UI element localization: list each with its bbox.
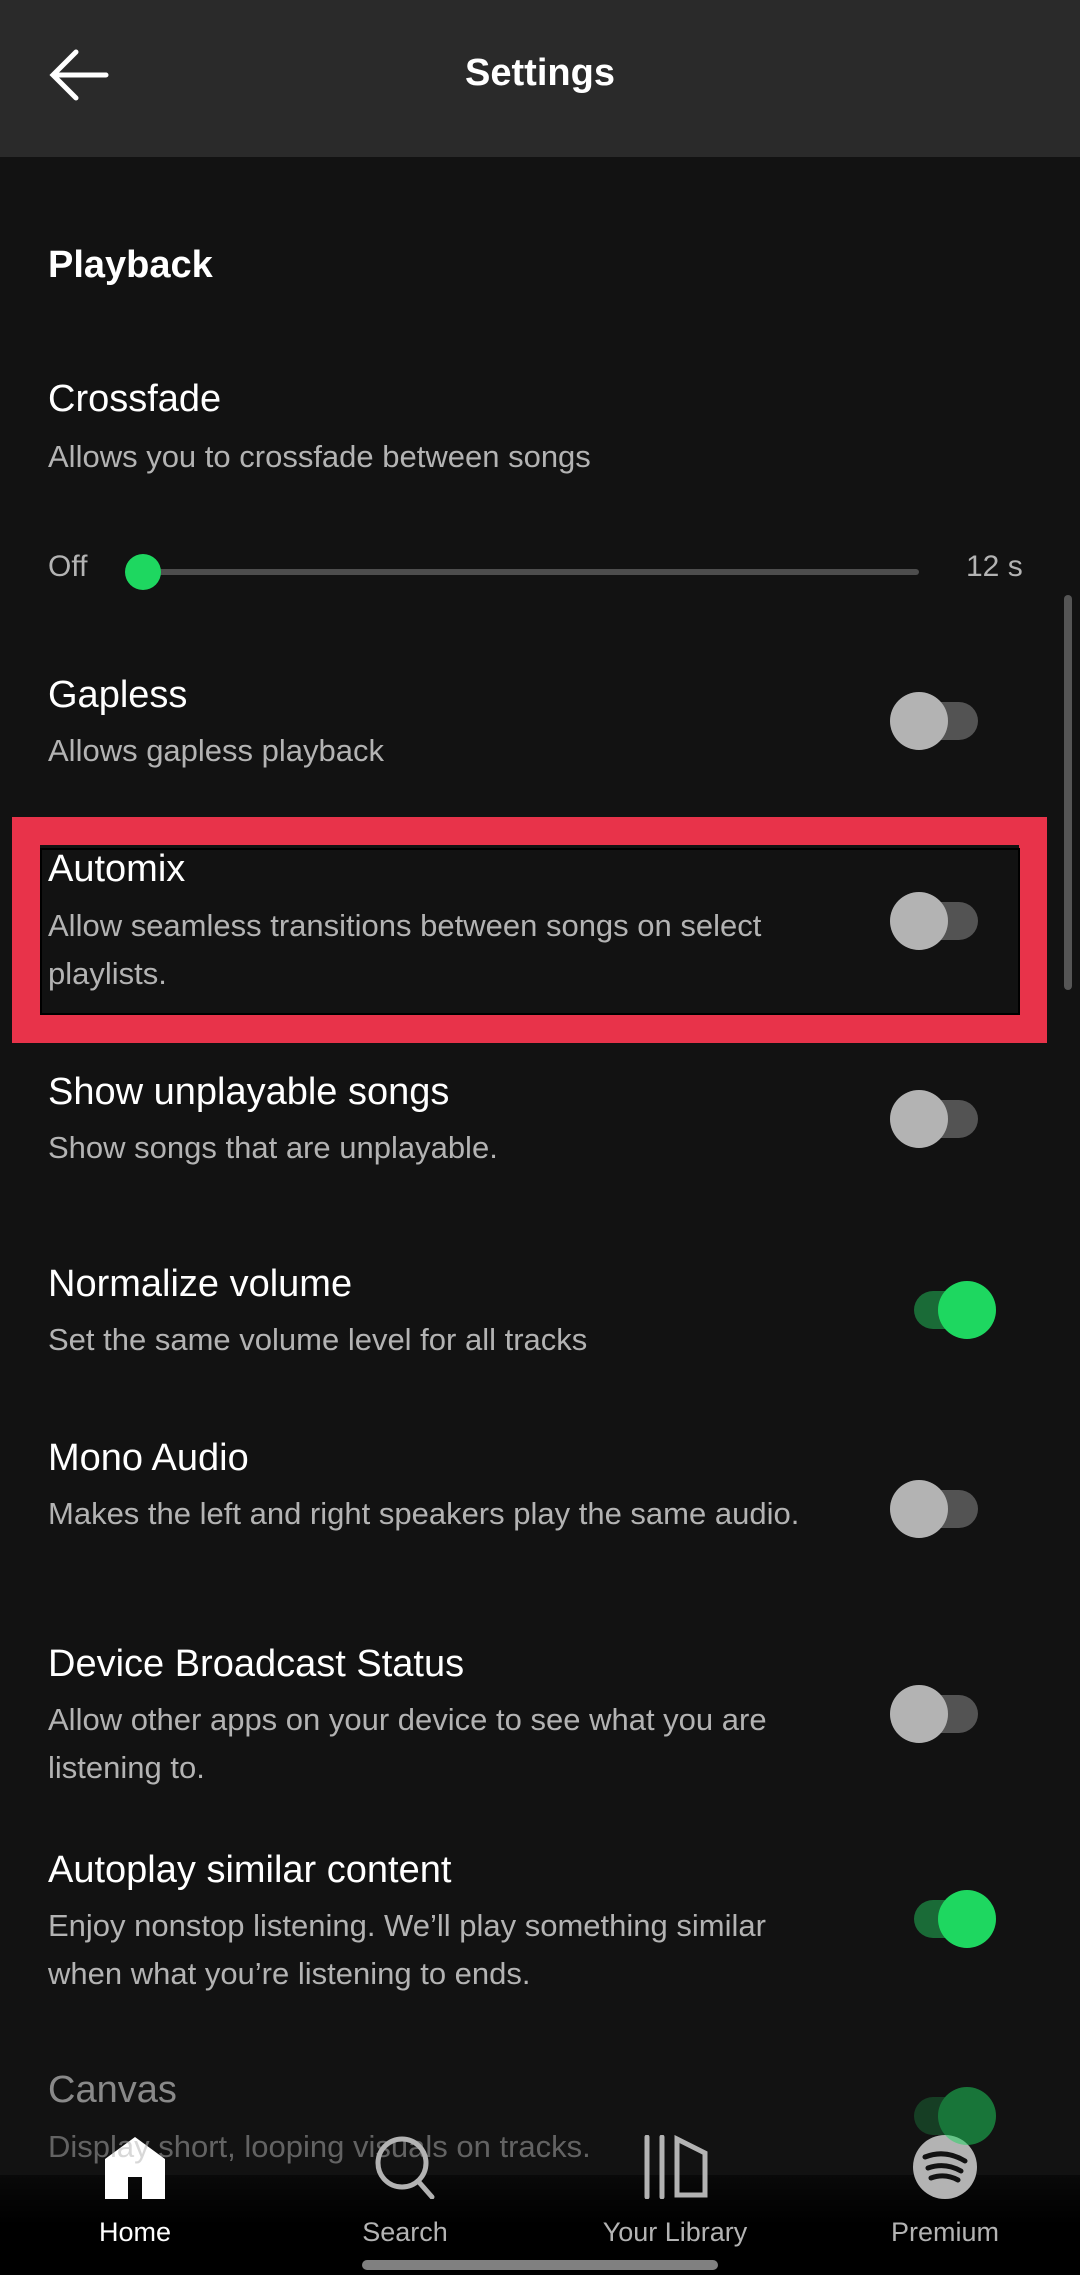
setting-subtitle: Allows gapless playback xyxy=(48,733,385,768)
broadcast-toggle[interactable] xyxy=(890,1683,990,1743)
home-icon xyxy=(105,2137,165,2199)
slider-min-label: Off xyxy=(48,550,88,583)
setting-title-broadcast: Device Broadcast Status xyxy=(48,1643,465,1685)
autoplay-toggle[interactable] xyxy=(900,1888,1000,1948)
crossfade-title: Crossfade xyxy=(48,378,222,420)
setting-subtitle: Makes the left and right speakers play t… xyxy=(48,1496,800,1531)
slider-thumb[interactable] xyxy=(125,554,161,590)
mono-audio-toggle[interactable] xyxy=(890,1478,990,1538)
app-header: Settings xyxy=(0,0,1080,157)
normalize-toggle[interactable] xyxy=(900,1279,1000,1339)
setting-title-automix: Automix xyxy=(48,848,186,890)
setting-title-mono: Mono Audio xyxy=(48,1437,249,1479)
nav-label: Premium xyxy=(890,2217,999,2247)
scrollbar[interactable] xyxy=(1064,595,1072,990)
section-heading: Playback xyxy=(48,244,213,286)
search-icon xyxy=(375,2136,435,2199)
crossfade-subtitle: Allows you to crossfade between songs xyxy=(48,439,591,474)
nav-search[interactable]: Search xyxy=(305,2135,505,2248)
nav-premium[interactable]: Premium xyxy=(845,2135,1045,2248)
show-unplayable-toggle[interactable] xyxy=(890,1088,990,1148)
nav-home[interactable]: Home xyxy=(35,2135,235,2248)
gapless-toggle[interactable] xyxy=(890,690,990,750)
setting-title-gapless: Gapless xyxy=(48,674,188,716)
setting-title-normalize: Normalize volume xyxy=(48,1263,353,1305)
canvas-toggle[interactable] xyxy=(900,2085,1000,2145)
nav-label: Home xyxy=(98,2217,172,2247)
library-icon xyxy=(644,2135,708,2199)
home-indicator[interactable] xyxy=(362,2260,718,2270)
nav-label: Search xyxy=(362,2217,448,2247)
setting-title-show-unplayable: Show unplayable songs xyxy=(48,1071,450,1113)
nav-label: Your Library xyxy=(602,2217,748,2247)
setting-subtitle: Allow other apps on your device to see w… xyxy=(48,1702,767,1785)
automix-toggle[interactable] xyxy=(890,890,990,950)
setting-subtitle: Enjoy nonstop listening. We’ll play some… xyxy=(48,1908,766,1991)
slider-max-label: 12 s xyxy=(966,550,1023,583)
nav-library[interactable]: Your Library xyxy=(575,2135,775,2248)
setting-title-canvas: Canvas xyxy=(48,2069,177,2111)
setting-subtitle: Set the same volume level for all tracks xyxy=(48,1322,588,1357)
crossfade-slider[interactable] xyxy=(143,569,919,575)
setting-subtitle: Show songs that are unplayable. xyxy=(48,1130,498,1165)
page-title: Settings xyxy=(465,52,615,94)
setting-title-autoplay: Autoplay similar content xyxy=(48,1849,452,1891)
setting-subtitle: Allow seamless transitions between songs… xyxy=(48,908,762,991)
